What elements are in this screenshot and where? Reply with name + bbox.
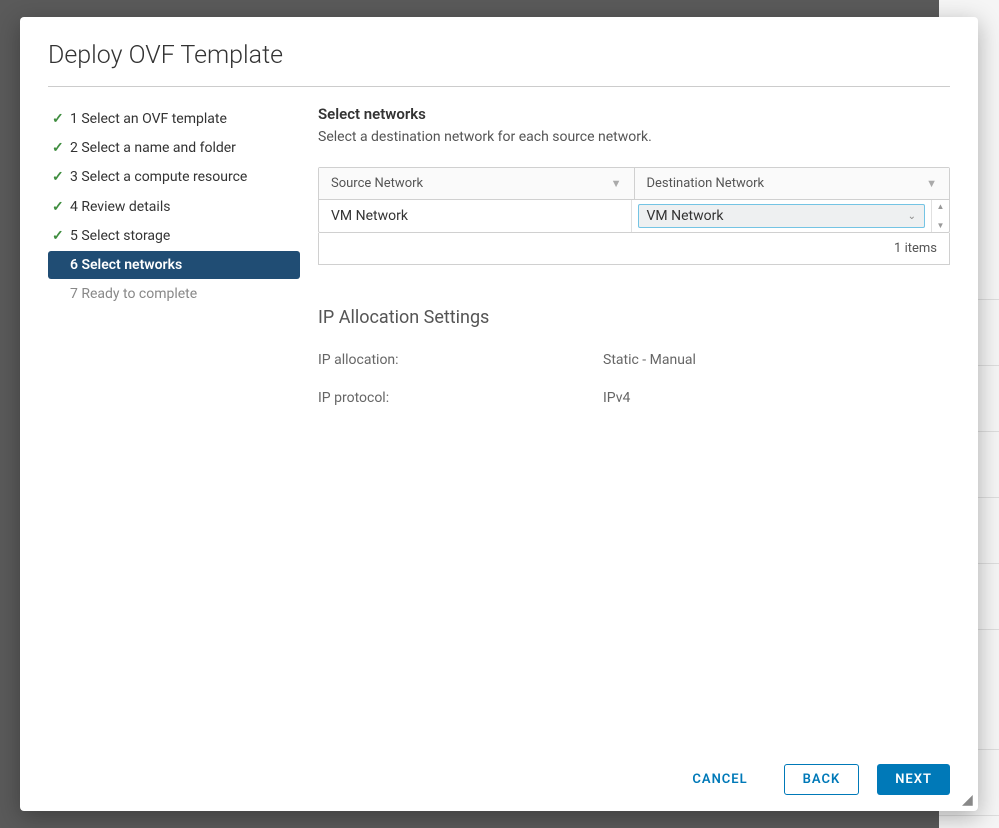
chevron-down-icon: ⌄ [908, 211, 916, 222]
step-label: 5 Select storage [70, 227, 170, 245]
dialog-title: Deploy OVF Template [48, 41, 950, 87]
step-label: 7 Ready to complete [52, 285, 197, 303]
col-destination-network[interactable]: Destination Network ▼ [635, 168, 950, 199]
step-label: 6 Select networks [52, 256, 182, 274]
networks-table: Source Network ▼ Destination Network ▼ V… [318, 167, 950, 233]
ip-allocation-heading: IP Allocation Settings [318, 307, 950, 328]
col-source-network[interactable]: Source Network ▼ [319, 168, 635, 199]
filter-icon[interactable]: ▼ [611, 177, 622, 190]
scroll-up-icon[interactable]: ▲ [937, 202, 945, 211]
step-label: 2 Select a name and folder [70, 139, 236, 157]
step-ready-to-complete: 7 Ready to complete [48, 280, 300, 308]
ip-protocol-row: IP protocol: IPv4 [318, 390, 950, 406]
back-button[interactable]: BACK [784, 764, 860, 795]
cancel-button[interactable]: CANCEL [674, 764, 765, 795]
dialog-body: ✓ 1 Select an OVF template ✓ 2 Select a … [48, 87, 950, 748]
step-select-name-folder[interactable]: ✓ 2 Select a name and folder [48, 134, 300, 162]
panel-subheading: Select a destination network for each so… [318, 129, 950, 145]
step-select-networks[interactable]: 6 Select networks [48, 251, 300, 279]
check-icon: ✓ [52, 168, 70, 186]
check-icon: ✓ [52, 110, 70, 128]
step-label: 1 Select an OVF template [70, 110, 227, 128]
select-value: VM Network [647, 208, 724, 224]
filter-icon[interactable]: ▼ [926, 177, 937, 190]
col-label: Source Network [331, 176, 423, 191]
step-select-storage[interactable]: ✓ 5 Select storage [48, 222, 300, 250]
step-select-ovf-template[interactable]: ✓ 1 Select an OVF template [48, 105, 300, 133]
step-label: 4 Review details [70, 198, 170, 216]
scroll-down-icon[interactable]: ▼ [937, 221, 945, 230]
destination-network-select[interactable]: VM Network ⌄ [638, 204, 926, 228]
scroll-control[interactable]: ▲ ▼ [931, 200, 949, 232]
wizard-steps-sidebar: ✓ 1 Select an OVF template ✓ 2 Select a … [48, 105, 300, 748]
check-icon: ✓ [52, 227, 70, 245]
ip-allocation-label: IP allocation: [318, 352, 603, 368]
col-label: Destination Network [647, 176, 765, 191]
table-header: Source Network ▼ Destination Network ▼ [319, 168, 949, 200]
check-icon: ✓ [52, 198, 70, 216]
panel-heading: Select networks [318, 105, 950, 123]
destination-network-cell: VM Network ⌄ [632, 200, 932, 232]
step-review-details[interactable]: ✓ 4 Review details [48, 193, 300, 221]
main-panel: Select networks Select a destination net… [300, 105, 950, 748]
ip-allocation-row: IP allocation: Static - Manual [318, 352, 950, 368]
check-icon: ✓ [52, 139, 70, 157]
ip-protocol-label: IP protocol: [318, 390, 603, 406]
ip-protocol-value: IPv4 [603, 390, 950, 406]
table-row: VM Network VM Network ⌄ ▲ ▼ [319, 200, 949, 232]
table-footer-count: 1 items [318, 233, 950, 265]
deploy-ovf-dialog: Deploy OVF Template ✓ 1 Select an OVF te… [20, 17, 978, 811]
step-select-compute-resource[interactable]: ✓ 3 Select a compute resource [48, 163, 300, 191]
next-button[interactable]: NEXT [877, 764, 950, 795]
resize-handle-icon[interactable]: ◢ [962, 795, 974, 807]
dialog-footer: CANCEL BACK NEXT [48, 748, 950, 795]
source-network-cell: VM Network [319, 200, 632, 232]
step-label: 3 Select a compute resource [70, 168, 247, 186]
ip-allocation-value: Static - Manual [603, 352, 950, 368]
